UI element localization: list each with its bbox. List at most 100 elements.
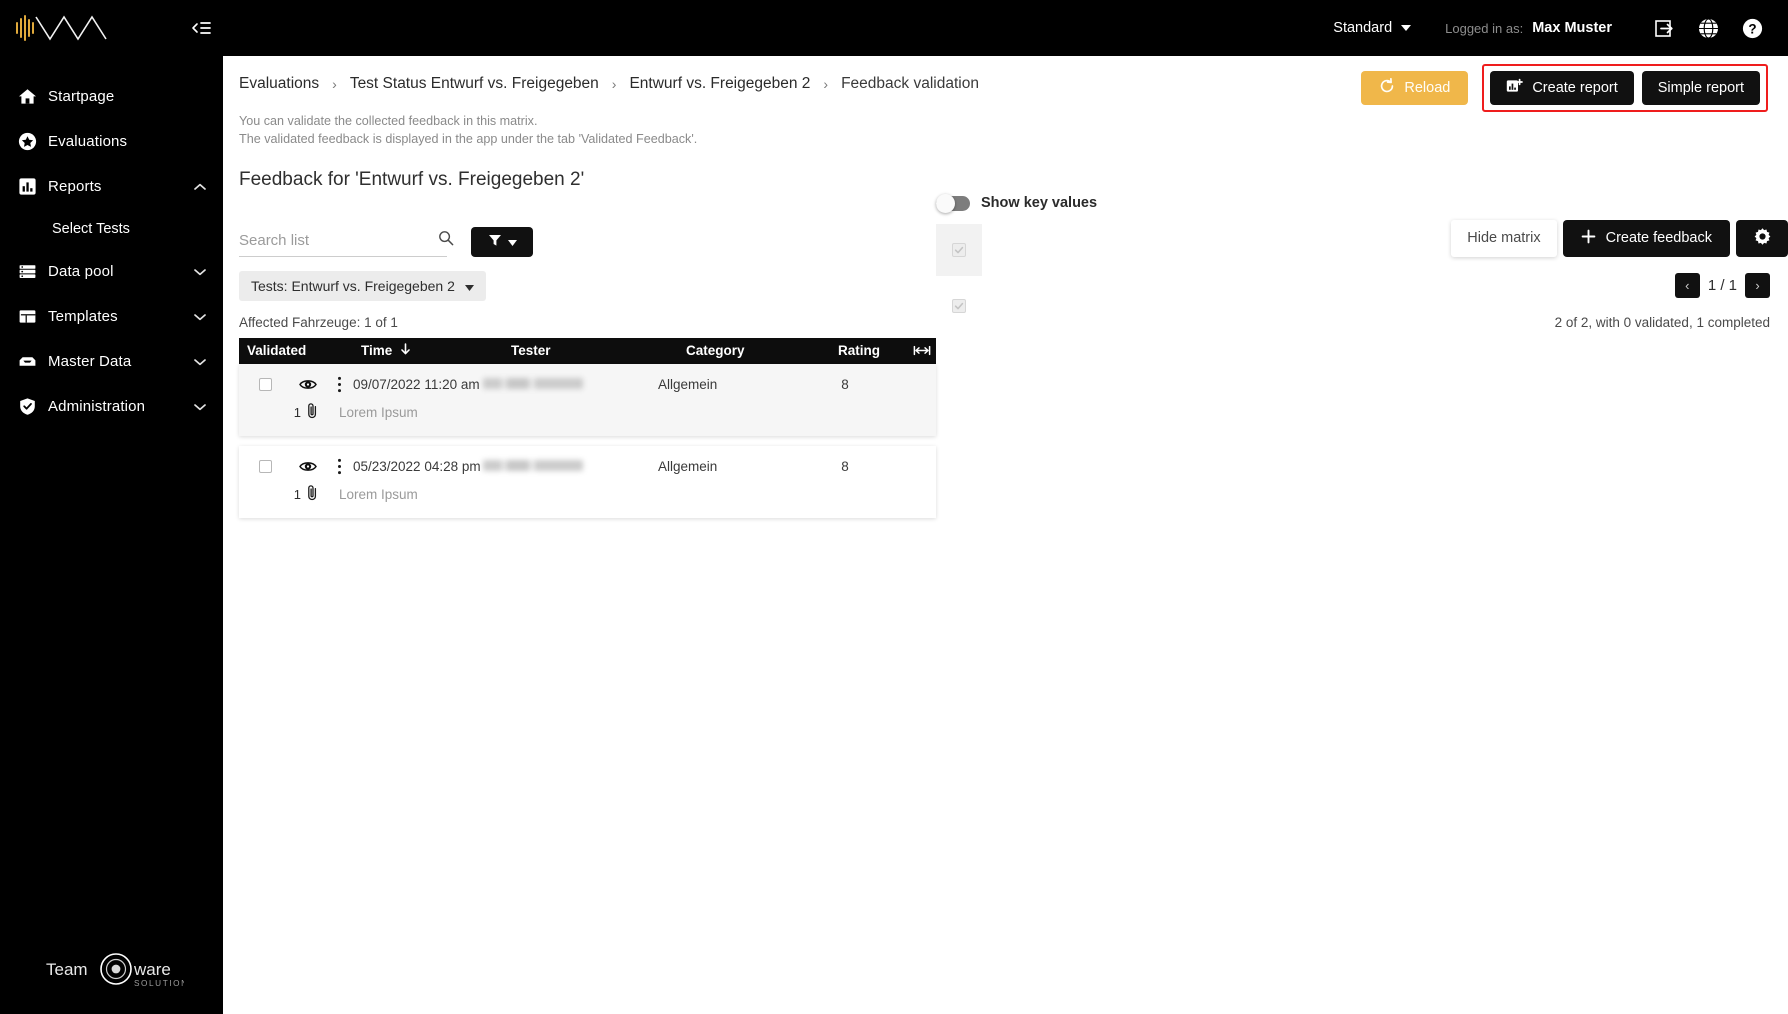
svg-text:?: ? (1748, 21, 1756, 36)
filter-button[interactable] (471, 226, 533, 257)
sidebar-item-administration[interactable]: Administration (0, 384, 223, 429)
app-logo[interactable] (0, 11, 130, 45)
table-row[interactable]: 05/23/2022 04:28 pm Allgemein 8 1 Lorem … (239, 445, 936, 518)
sidebar-item-data-pool[interactable]: Data pool (0, 249, 223, 294)
settings-button[interactable] (1736, 219, 1788, 257)
sidebar-item-master-data[interactable]: Master Data (0, 339, 223, 384)
logout-icon[interactable] (1642, 0, 1686, 56)
reload-icon (1379, 77, 1395, 98)
hide-matrix-button[interactable]: Hide matrix (1451, 219, 1557, 257)
summary-left: Affected Fahrzeuge: 1 of 1 (239, 314, 398, 330)
summary-row: Affected Fahrzeuge: 1 of 1 2 of 2, with … (239, 315, 1788, 330)
breadcrumb-separator: › (332, 76, 337, 92)
pagination: ‹ 1 / 1 › (1674, 273, 1770, 298)
table-row[interactable]: 09/07/2022 11:20 am Allgemein 8 1 Lorem … (239, 363, 936, 436)
breadcrumb-item-entwurf-2[interactable]: Entwurf vs. Freigegeben 2 (629, 75, 810, 93)
matrix-checkbox[interactable] (952, 243, 966, 257)
feedback-table: Validated Time Tester Category Rating 09… (239, 337, 936, 518)
row-more-options-icon[interactable] (325, 376, 353, 393)
sidebar-item-templates[interactable]: Templates (0, 294, 223, 339)
gear-icon (1753, 227, 1772, 249)
matrix-checkbox[interactable] (952, 299, 966, 313)
pagination-prev-button[interactable]: ‹ (1674, 273, 1700, 298)
top-bar: Standard Logged in as: Max Muster ? (0, 0, 1788, 56)
plus-icon (1581, 229, 1596, 248)
nva-logo-icon (16, 15, 107, 41)
resize-columns-icon[interactable] (908, 345, 936, 356)
sidebar: Startpage Evaluations Reports Select Tes… (0, 56, 223, 1014)
home-icon (18, 87, 48, 106)
svg-text:ware: ware (133, 960, 171, 979)
teamware-solutions-logo-icon: Team ware SOLUTIONS (46, 953, 184, 988)
view-feedback-icon[interactable] (291, 378, 325, 391)
table-row-main: 09/07/2022 11:20 am Allgemein 8 (239, 370, 936, 400)
column-header-rating[interactable]: Rating (838, 343, 908, 358)
reload-label: Reload (1404, 80, 1451, 96)
collapse-sidebar-icon[interactable] (178, 0, 224, 56)
sidebar-item-label: Templates (48, 308, 118, 325)
row-tester (483, 458, 658, 476)
table-header: Validated Time Tester Category Rating (239, 337, 936, 364)
sidebar-item-startpage[interactable]: Startpage (0, 74, 223, 119)
attachment-count: 1 (293, 405, 301, 420)
row-rating: 8 (841, 459, 849, 474)
pagination-next-button[interactable]: › (1745, 273, 1770, 298)
summary-right: 2 of 2, with 0 validated, 1 completed (1554, 314, 1770, 330)
sidebar-item-evaluations[interactable]: Evaluations (0, 119, 223, 164)
language-globe-icon[interactable] (1686, 0, 1730, 56)
row-time: 09/07/2022 11:20 am (353, 377, 480, 392)
tests-filter-chip[interactable]: Tests: Entwurf vs. Freigegeben 2 (239, 270, 486, 301)
environment-selector[interactable]: Standard (1333, 20, 1412, 36)
simple-report-button[interactable]: Simple report (1641, 71, 1760, 105)
row-tester (483, 376, 658, 394)
sidebar-item-label: Administration (48, 398, 146, 415)
sort-desc-icon (400, 343, 411, 358)
search-icon[interactable] (438, 230, 454, 251)
table-row-secondary: 1 Lorem Ipsum (239, 482, 936, 508)
breadcrumb-separator: › (823, 76, 829, 92)
row-attachments[interactable]: 1 (239, 484, 325, 506)
search-input[interactable] (239, 231, 438, 249)
svg-text:SOLUTIONS: SOLUTIONS (134, 979, 184, 988)
filter-icon (488, 233, 502, 250)
database-icon (18, 262, 48, 281)
validated-checkbox[interactable] (258, 460, 272, 473)
row-more-options-icon[interactable] (325, 458, 353, 475)
column-header-validated[interactable]: Validated (239, 343, 361, 358)
table-row-main: 05/23/2022 04:28 pm Allgemein 8 (239, 452, 936, 482)
sidebar-item-select-tests[interactable]: Select Tests (0, 209, 223, 249)
row-rating: 8 (841, 377, 849, 392)
row-attachments[interactable]: 1 (239, 402, 325, 424)
redacted-tester-name (483, 377, 583, 389)
chevron-up-icon (193, 183, 207, 191)
user-name: Max Muster (1532, 20, 1612, 36)
breadcrumb-bar: Evaluations › Test Status Entwurf vs. Fr… (223, 56, 1788, 112)
column-header-tester[interactable]: Tester (511, 343, 686, 358)
sidebar-item-label: Reports (48, 178, 102, 195)
create-report-label: Create report (1532, 80, 1618, 96)
sidebar-item-reports[interactable]: Reports (0, 164, 223, 209)
matrix-cell[interactable] (936, 280, 982, 332)
row-time: 05/23/2022 04:28 pm (353, 459, 481, 474)
hint-line-1: You can validate the collected feedback … (239, 114, 538, 128)
chart-icon (18, 177, 48, 196)
reload-button[interactable]: Reload (1361, 71, 1469, 105)
show-key-values-toggle[interactable] (936, 193, 970, 213)
create-report-button[interactable]: Create report (1490, 71, 1634, 105)
column-header-time[interactable]: Time (361, 343, 511, 358)
chevron-down-icon (464, 278, 474, 294)
validated-checkbox[interactable] (258, 378, 272, 391)
create-feedback-button[interactable]: Create feedback (1562, 219, 1730, 257)
help-icon[interactable]: ? (1730, 0, 1774, 56)
breadcrumb-item-evaluations[interactable]: Evaluations (239, 75, 319, 93)
column-header-category[interactable]: Category (686, 343, 838, 358)
matrix-cell[interactable] (936, 224, 982, 276)
table-row-secondary: 1 Lorem Ipsum (239, 400, 936, 426)
sidebar-subitem-label: Select Tests (52, 221, 130, 237)
breadcrumb-item-test-status[interactable]: Test Status Entwurf vs. Freigegeben (350, 75, 599, 93)
column-header-time-label: Time (361, 343, 393, 358)
sidebar-footer-logo: Team ware SOLUTIONS (0, 944, 223, 996)
chevron-down-icon (193, 403, 207, 411)
view-feedback-icon[interactable] (291, 460, 325, 473)
hide-matrix-label: Hide matrix (1467, 230, 1541, 246)
